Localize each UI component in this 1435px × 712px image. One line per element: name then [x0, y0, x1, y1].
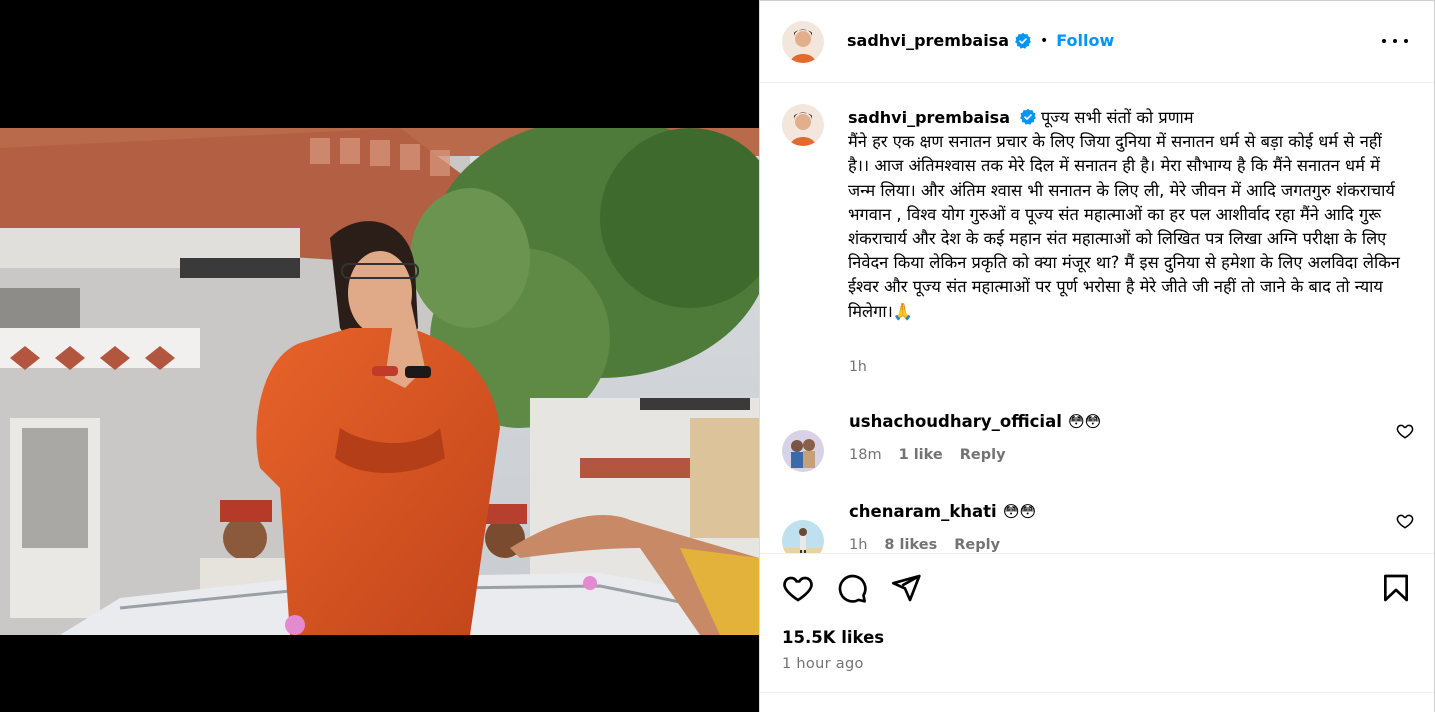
comment-likes[interactable]: 1 like — [899, 447, 943, 463]
more-options-icon[interactable] — [1382, 29, 1408, 53]
post-photo-illustration — [0, 128, 759, 635]
likes-count[interactable]: 15.5K likes — [782, 628, 884, 647]
comment-avatar[interactable] — [782, 430, 824, 472]
heart-icon[interactable] — [782, 572, 814, 604]
author-avatar[interactable] — [782, 21, 824, 63]
author-username[interactable]: sadhvi_prembaisa — [847, 31, 1009, 50]
bookmark-icon[interactable] — [1380, 572, 1412, 604]
comment-meta: 18m 1 like Reply — [849, 447, 1023, 463]
comment-meta: 1h 8 likes Reply — [849, 537, 1017, 553]
verified-badge-icon — [1019, 108, 1037, 126]
author-avatar-image — [782, 21, 824, 63]
comment-text: 😳😳 — [1002, 502, 1037, 521]
post-side-panel: sadhvi_prembaisa • Follow sadhvi_prembai… — [759, 0, 1435, 712]
caption-text: sadhvi_prembaisa पूज्य सभी संतों को प्रणा… — [848, 106, 1408, 324]
comment-time[interactable]: 18m — [849, 447, 882, 463]
post-photo[interactable] — [0, 128, 759, 635]
header-separator: • — [1040, 32, 1049, 49]
caption-body: मैंने हर एक क्षण सनातन प्रचार के लिए जिय… — [848, 132, 1400, 321]
comment-reply-button[interactable]: Reply — [954, 537, 1000, 553]
comment-likes[interactable]: 8 likes — [884, 537, 937, 553]
caption-username[interactable]: sadhvi_prembaisa — [848, 108, 1010, 127]
comment-icon[interactable] — [836, 572, 868, 604]
divider — [760, 692, 1434, 693]
post-header: sadhvi_prembaisa • Follow — [760, 1, 1434, 83]
comment-text-row: ushachoudhary_official 😳😳 — [849, 412, 1101, 431]
caption-timestamp[interactable]: 1h — [849, 359, 867, 375]
post-timestamp: 1 hour ago — [782, 656, 864, 672]
comment-avatar-image — [782, 520, 824, 554]
comment-text-row: chenaram_khati 😳😳 — [849, 502, 1036, 521]
comment-username[interactable]: chenaram_khati — [849, 502, 997, 521]
header-user-row: sadhvi_prembaisa • Follow — [847, 31, 1114, 50]
caption-avatar[interactable] — [782, 104, 824, 146]
comment-username[interactable]: ushachoudhary_official — [849, 412, 1062, 431]
comment-like-heart-icon[interactable] — [1396, 512, 1414, 530]
comment-item: chenaram_khati 😳😳 1h 8 likes Reply — [760, 500, 1434, 554]
caption-block: sadhvi_prembaisa पूज्य सभी संतों को प्रणा… — [760, 84, 1434, 554]
share-icon[interactable] — [890, 572, 922, 604]
comment-text: 😳😳 — [1067, 412, 1102, 431]
verified-badge-icon — [1014, 32, 1032, 50]
comment-avatar-image — [782, 430, 824, 472]
post-actions: 15.5K likes 1 hour ago — [760, 553, 1434, 712]
comment-time[interactable]: 1h — [849, 537, 867, 553]
comment-item: ushachoudhary_official 😳😳 18m 1 like Rep… — [760, 410, 1434, 480]
caption-first-line: पूज्य सभी संतों को प्रणाम — [1041, 108, 1194, 127]
caption-avatar-image — [782, 104, 824, 146]
follow-button[interactable]: Follow — [1056, 31, 1114, 50]
comment-like-heart-icon[interactable] — [1396, 422, 1414, 440]
comment-reply-button[interactable]: Reply — [960, 447, 1006, 463]
comment-avatar[interactable] — [782, 520, 824, 554]
post-media — [0, 0, 759, 712]
